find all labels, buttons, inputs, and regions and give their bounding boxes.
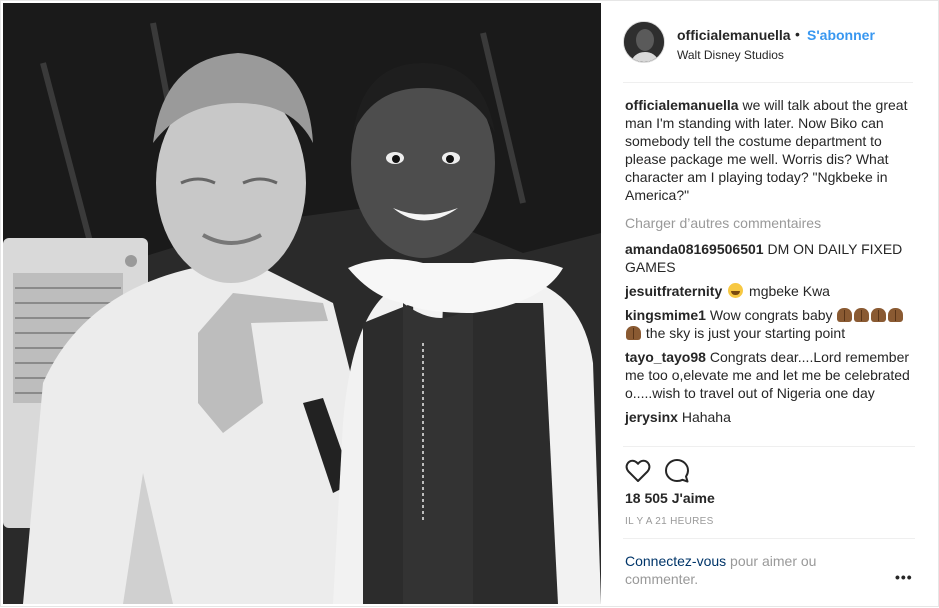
more-options-button[interactable]: ••• [895,569,913,585]
comment-text: the sky is just your starting point [645,325,846,341]
heart-outline-icon[interactable] [625,459,651,486]
avatar[interactable] [623,21,665,63]
post-side-panel: officialemanuella • S'abonner Walt Disne… [601,1,939,608]
comment-username-link[interactable]: jerysinx [625,409,678,425]
comment-username-link[interactable]: kingsmime1 [625,307,706,323]
follow-button[interactable]: S'abonner [807,27,875,43]
load-more-comments-button[interactable]: Charger d’autres commentaires [625,214,915,232]
comment-item: jerysinx Hahaha [625,408,915,426]
comment-item: jesuitfraternity mgbeke Kwa [625,282,915,300]
post-actions [623,446,915,486]
comment-item: amanda08169506501 DM ON DAILY FIXED GAME… [625,240,915,276]
folded-hands-emoji-icon [854,308,870,322]
photo-illustration [3,3,601,604]
comment-item: tayo_tayo98 Congrats dear....Lord rememb… [625,348,915,402]
caption-username-link[interactable]: officialemanuella [625,97,739,113]
post-header: officialemanuella • S'abonner Walt Disne… [623,21,913,83]
comments-list: officialemanuella we will talk about the… [625,96,915,432]
laughing-emoji-icon [728,283,744,298]
comment-username-link[interactable]: jesuitfraternity [625,283,722,299]
timestamp[interactable]: IL Y A 21 HEURES [625,516,714,527]
login-link[interactable]: Connectez-vous [625,553,726,569]
instagram-post: officialemanuella • S'abonner Walt Disne… [0,0,939,607]
comment-text: mgbeke Kwa [749,283,830,299]
comment-text: Wow congrats baby [709,307,833,323]
caption: officialemanuella we will talk about the… [625,96,915,204]
speech-bubble-icon[interactable] [665,459,689,486]
header-username-link[interactable]: officialemanuella [677,27,791,43]
comment-username-link[interactable]: tayo_tayo98 [625,349,706,365]
folded-hands-emoji-icon [888,308,904,322]
folded-hands-emoji-icon [837,308,853,322]
avatar-image [624,22,664,62]
login-prompt: Connectez-vous pour aimer ou commenter. [625,552,845,588]
folded-hands-emoji-icon [871,308,887,322]
comment-username-link[interactable]: amanda08169506501 [625,241,764,257]
likes-count[interactable]: 18 505 J'aime [625,490,715,506]
folded-hands-emoji-icon [626,326,641,340]
comment-text: Hahaha [681,409,731,425]
post-footer: Connectez-vous pour aimer ou commenter. … [623,538,915,608]
post-photo[interactable] [3,3,601,604]
location-link[interactable]: Walt Disney Studios [677,48,784,62]
separator-dot: • [795,26,800,42]
comment-item: kingsmime1 Wow congrats baby the sky is … [625,306,915,342]
